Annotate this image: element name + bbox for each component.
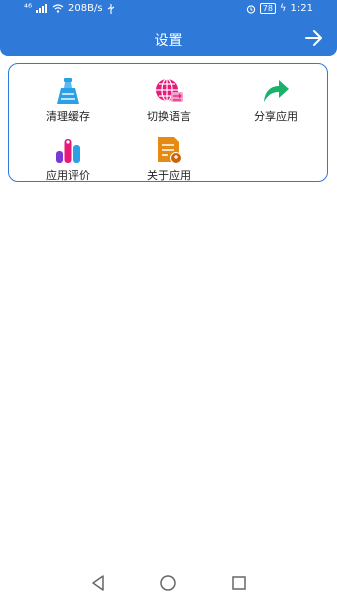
battery-icon: 78	[259, 3, 276, 14]
usb-icon	[107, 3, 114, 14]
share-arrow-icon	[264, 80, 289, 102]
home-button[interactable]	[157, 572, 179, 594]
wifi-icon	[52, 4, 64, 13]
alarm-icon	[246, 4, 255, 14]
page-title: 设置	[154, 33, 183, 49]
recents-button[interactable]	[228, 572, 250, 594]
rating-bars-icon	[56, 139, 80, 163]
network-speed: 208B/s	[68, 3, 103, 14]
settings-grid: 清理缓存 切换语言 分享应用 应用评价 关于应用	[9, 64, 329, 182]
clear-cache-label: 清理缓存	[46, 110, 90, 123]
status-bar: ⁴⁶ 208B/s 78 ϟ 1:21	[0, 0, 337, 18]
broom-icon	[57, 78, 79, 104]
settings-card: 清理缓存 切换语言 分享应用 应用评价 关于应用	[8, 63, 328, 182]
clear-cache-item[interactable]: 清理缓存	[15, 70, 121, 126]
switch-language-label: 切换语言	[147, 110, 191, 123]
home-circle-icon	[160, 575, 176, 591]
rate-app-label: 应用评价	[46, 169, 90, 182]
app-header: ⁴⁶ 208B/s 78 ϟ 1:21 设置	[0, 0, 337, 56]
system-nav-bar	[0, 560, 337, 600]
about-app-label: 关于应用	[147, 169, 191, 182]
back-triangle-icon	[92, 575, 104, 591]
about-app-item[interactable]: 关于应用	[116, 129, 222, 185]
share-app-item[interactable]: 分享应用	[223, 70, 329, 126]
signal-indicator: ⁴⁶	[24, 3, 33, 14]
rate-app-item[interactable]: 应用评价	[15, 129, 121, 185]
clock-time: 1:21	[290, 3, 313, 14]
charging-icon: ϟ	[279, 3, 287, 14]
share-app-label: 分享应用	[254, 110, 298, 123]
status-left: ⁴⁶ 208B/s	[24, 3, 115, 14]
about-document-icon	[158, 137, 182, 164]
recents-square-icon	[232, 576, 246, 590]
switch-language-item[interactable]: 切换语言	[116, 70, 222, 126]
globe-language-icon	[156, 78, 183, 102]
arrow-right-icon	[305, 30, 322, 46]
back-button[interactable]	[88, 572, 110, 594]
signal-icon	[36, 4, 48, 13]
forward-arrow-button[interactable]	[303, 28, 325, 48]
status-right: 78 ϟ 1:21	[246, 3, 313, 14]
